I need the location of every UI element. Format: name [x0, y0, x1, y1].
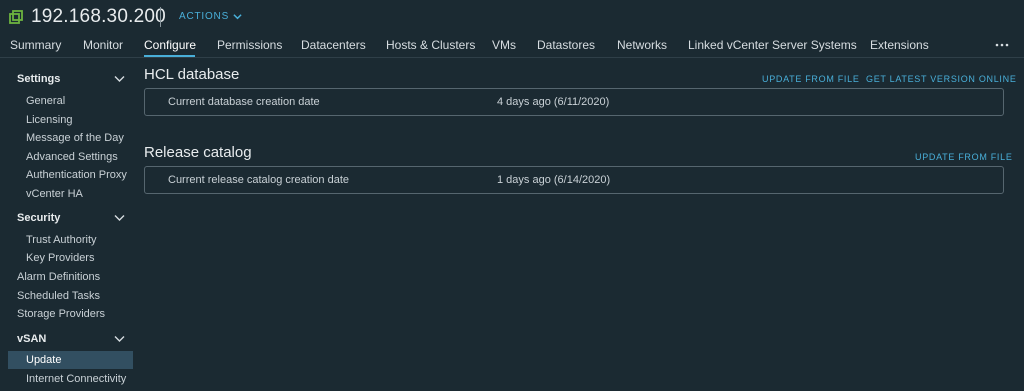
chevron-down-icon[interactable] — [114, 214, 125, 222]
tab-datacenters[interactable]: Datacenters — [301, 38, 366, 52]
sidebar-item-scheduled-tasks[interactable]: Scheduled Tasks — [17, 290, 100, 302]
tab-hosts-clusters[interactable]: Hosts & Clusters — [386, 38, 475, 52]
tab-summary[interactable]: Summary — [10, 38, 61, 52]
header-divider — [160, 7, 161, 27]
actions-button[interactable]: ACTIONS — [179, 11, 242, 22]
header: 192.168.30.200 ACTIONS — [0, 0, 1024, 34]
tab-bar-border — [0, 57, 1024, 58]
tab-networks[interactable]: Networks — [617, 38, 667, 52]
tab-permissions[interactable]: Permissions — [217, 38, 282, 52]
hcl-get-latest-online-link[interactable]: GET LATEST VERSION ONLINE — [866, 74, 1017, 84]
hcl-database-panel: Current database creation date 4 days ag… — [144, 88, 1004, 116]
sidebar-item-update[interactable]: Update — [26, 354, 61, 366]
tab-monitor[interactable]: Monitor — [83, 38, 123, 52]
release-catalog-panel: Current release catalog creation date 1 … — [144, 166, 1004, 194]
sidebar-section-settings[interactable]: Settings — [17, 73, 60, 85]
sidebar-section-security[interactable]: Security — [17, 212, 60, 224]
hcl-database-title: HCL database — [144, 66, 240, 83]
release-creation-date-value: 1 days ago (6/14/2020) — [497, 174, 611, 186]
release-catalog-title: Release catalog — [144, 144, 252, 161]
sidebar-item-vcenter-ha[interactable]: vCenter HA — [26, 188, 83, 200]
chevron-down-icon[interactable] — [114, 335, 125, 343]
host-icon — [9, 10, 23, 24]
sidebar: Settings General Licensing Message of th… — [0, 58, 136, 391]
chevron-down-icon — [233, 14, 242, 20]
release-update-from-file-link[interactable]: UPDATE FROM FILE — [915, 152, 1013, 162]
actions-label: ACTIONS — [179, 11, 230, 22]
tab-linked-vcenter[interactable]: Linked vCenter Server Systems — [688, 38, 857, 52]
hcl-creation-date-value: 4 days ago (6/11/2020) — [497, 96, 610, 108]
tab-bar: Summary Monitor Configure Permissions Da… — [0, 35, 1024, 57]
hcl-creation-date-label: Current database creation date — [168, 96, 320, 108]
sidebar-item-message-of-the-day[interactable]: Message of the Day — [26, 132, 124, 144]
sidebar-item-advanced-settings[interactable]: Advanced Settings — [26, 151, 118, 163]
hcl-update-from-file-link[interactable]: UPDATE FROM FILE — [762, 74, 860, 84]
sidebar-item-internet-connectivity[interactable]: Internet Connectivity — [26, 373, 126, 385]
sidebar-item-general[interactable]: General — [26, 95, 65, 107]
chevron-down-icon[interactable] — [114, 75, 125, 83]
tab-datastores[interactable]: Datastores — [537, 38, 595, 52]
sidebar-item-alarm-definitions[interactable]: Alarm Definitions — [17, 271, 100, 283]
more-horizontal-icon[interactable] — [995, 42, 1009, 48]
sidebar-item-key-providers[interactable]: Key Providers — [26, 252, 94, 264]
tab-vms[interactable]: VMs — [492, 38, 516, 52]
tab-configure[interactable]: Configure — [144, 38, 196, 52]
page-title: 192.168.30.200 — [31, 6, 166, 27]
sidebar-item-storage-providers[interactable]: Storage Providers — [17, 308, 105, 320]
release-creation-date-label: Current release catalog creation date — [168, 174, 349, 186]
sidebar-item-trust-authority[interactable]: Trust Authority — [26, 234, 97, 246]
sidebar-item-licensing[interactable]: Licensing — [26, 114, 72, 126]
sidebar-section-vsan[interactable]: vSAN — [17, 333, 46, 345]
tab-extensions[interactable]: Extensions — [870, 38, 929, 52]
sidebar-item-authentication-proxy[interactable]: Authentication Proxy — [26, 169, 127, 181]
